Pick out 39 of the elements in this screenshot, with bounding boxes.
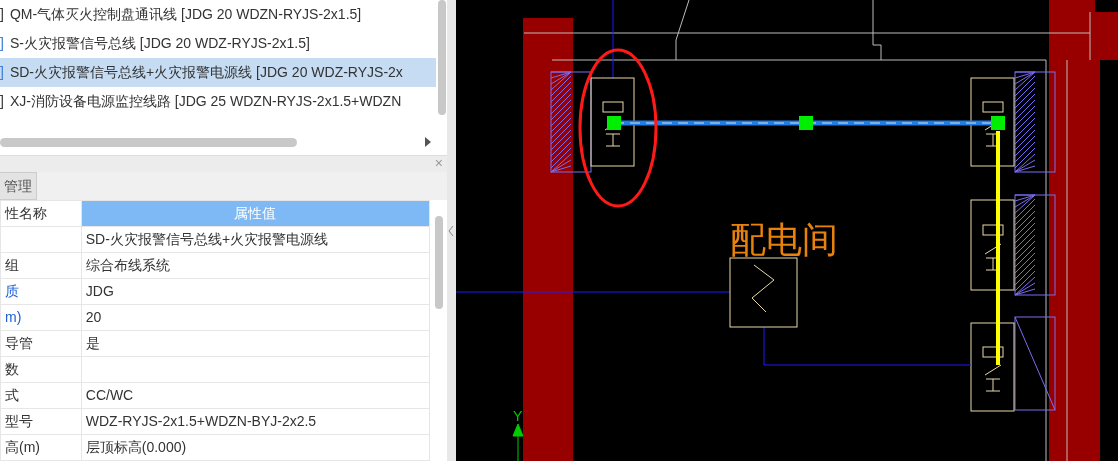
axis-arrow-icon <box>512 423 524 461</box>
property-value[interactable]: CC/WC <box>81 382 430 409</box>
property-value[interactable]: 层顶标高(0.000) <box>81 434 430 461</box>
panel-tab[interactable]: 管理 <box>0 172 37 200</box>
property-value[interactable]: WDZ-RYJS-2x1.5+WDZN-BYJ-2x2.5 <box>81 408 430 435</box>
checkbox-edge[interactable]: ] <box>0 6 4 22</box>
property-name: 数 <box>0 356 82 383</box>
property-value[interactable]: JDG <box>81 278 430 305</box>
wire-line[interactable] <box>996 131 1000 365</box>
property-name: 导管 <box>0 330 82 357</box>
layer-item[interactable]: XJ-消防设备电源监控线路 [JDG 25 WDZN-RYJS-2x1.5+WDZN <box>9 93 402 109</box>
layer-label: SD-火灾报警信号总线+火灾报警电源线 [JDG 20 WDZ-RYJS-2x <box>9 64 403 80</box>
checkbox-edge[interactable]: ] <box>0 93 4 109</box>
list-row-highlight[interactable]: ] SD-火灾报警信号总线+火灾报警电源线 [JDG 20 WDZ-RYJS-2x <box>0 58 436 87</box>
property-value[interactable]: SD-火灾报警信号总线+火灾报警电源线 <box>81 226 430 253</box>
checkbox-edge[interactable]: ] <box>0 35 4 51</box>
column-header: 属性值 <box>81 200 430 227</box>
property-name: 型号 <box>0 408 82 435</box>
column-header: 性名称 <box>0 200 82 227</box>
room-label: 配电间 <box>730 219 838 260</box>
property-name: 高(m) <box>0 434 82 461</box>
property-name: 质 <box>0 278 82 305</box>
property-name: 式 <box>0 382 82 409</box>
layer-item[interactable]: QM-气体灭火控制盘通讯线 [JDG 20 WDZN-RYJS-2x1.5] <box>9 6 362 22</box>
property-value[interactable] <box>81 356 430 383</box>
scrollbar-thumb[interactable] <box>434 216 443 309</box>
scrollbar-thumb[interactable] <box>0 137 297 147</box>
property-name: 组 <box>0 252 82 279</box>
selected-wire-drawing[interactable] <box>607 116 1005 130</box>
axis-label: Y <box>513 408 523 424</box>
property-value[interactable]: 是 <box>81 330 430 357</box>
collapse-icon[interactable] <box>447 224 456 237</box>
layer-item[interactable]: S-火灾报警信号总线 [JDG 20 WDZ-RYJS-2x1.5] <box>9 35 310 51</box>
panel-symbol-drawing <box>729 257 798 328</box>
property-name: m) <box>0 304 82 331</box>
property-value[interactable]: 综合布线系统 <box>81 252 430 279</box>
scroll-right-icon[interactable] <box>425 137 431 148</box>
scrollbar-thumb[interactable] <box>437 0 446 115</box>
property-value[interactable]: 20 <box>81 304 430 331</box>
